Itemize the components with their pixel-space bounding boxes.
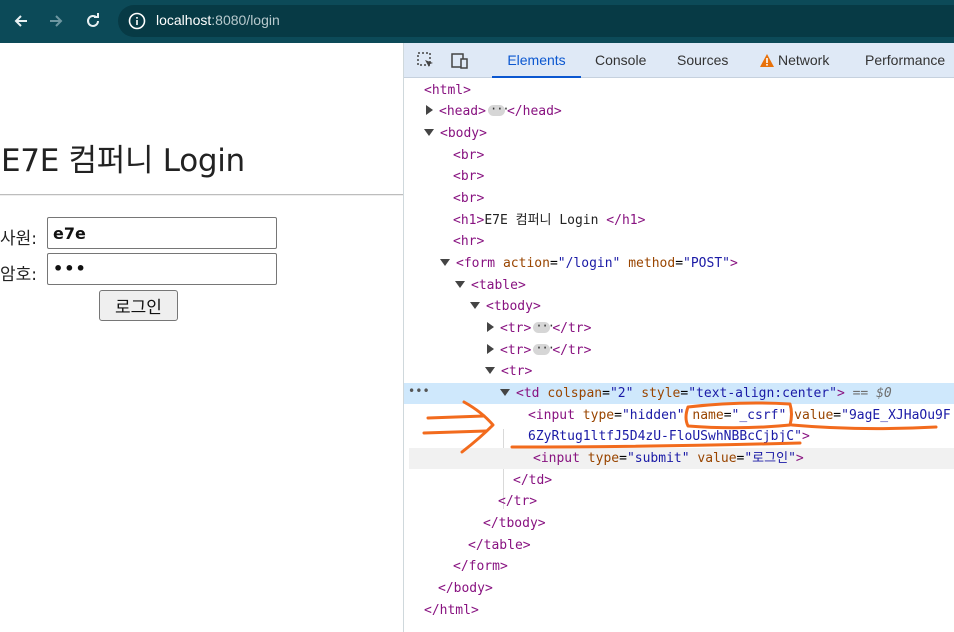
devtools-panel: Elements Console Sources Network Perform… [403,43,954,632]
device-toolbar-icon[interactable] [450,51,470,71]
ellipsis-icon[interactable] [533,316,554,337]
tree-tr-expanded[interactable]: <tr> [404,361,954,382]
dom-tree: <html> <head></head> <body> <br> <br> <b… [404,79,954,632]
tree-tr-collapsed[interactable]: <tr></tr> [404,316,954,339]
employee-input[interactable] [47,217,277,249]
tree-tr-close[interactable]: </tr> [404,491,954,512]
expand-down-icon[interactable] [485,367,495,374]
tree-html-open[interactable]: <html> [404,80,954,101]
ellipsis-icon[interactable] [487,99,509,120]
tree-body-close[interactable]: </body> [404,578,954,599]
expand-down-icon[interactable] [424,129,434,136]
tree-td-close[interactable]: </td> [404,470,954,491]
tree-body[interactable]: <body> [404,123,954,144]
expand-down-icon[interactable] [440,259,450,266]
forward-button[interactable] [43,8,69,34]
employee-label: 사원: [0,229,38,249]
reload-button[interactable] [80,8,106,34]
password-label: 암호: [0,265,38,285]
expand-down-icon[interactable] [455,281,465,288]
tree-input-submit[interactable]: <input type="submit" value="로그인"> [409,448,954,469]
reload-icon [87,13,99,27]
address-bar[interactable]: localhost:8080/login [118,5,954,37]
arrow-right-icon [50,15,63,27]
collapse-right-icon[interactable] [487,344,494,354]
url-host: localhost [156,12,212,28]
tree-br[interactable]: <br> [404,188,954,209]
tree-hr[interactable]: <hr> [404,231,954,252]
ellipsis-icon[interactable] [533,338,554,359]
url-path: :8080/login [211,12,280,28]
tree-table-close[interactable]: </table> [404,535,954,556]
divider [0,194,403,196]
tree-td-selected[interactable]: ••• <td colspan="2" style="text-align:ce… [404,383,954,404]
address-url[interactable]: localhost:8080/login [156,12,280,28]
warning-icon [760,54,774,67]
expand-down-icon[interactable] [470,302,480,309]
tab-console[interactable]: Console [595,43,646,78]
tree-br[interactable]: <br> [404,166,954,187]
tree-tbody-close[interactable]: </tbody> [404,513,954,534]
login-button[interactable]: 로그인 [99,290,178,321]
tree-form-close[interactable]: </form> [404,556,954,577]
row-options-icon[interactable]: ••• [408,381,430,402]
tree-head[interactable]: <head></head> [404,99,954,122]
tab-performance[interactable]: Performance [865,43,945,78]
browser-toolbar: localhost:8080/login [0,0,954,43]
tree-input-hidden-cont[interactable]: 6ZyRtug1ltfJ5D4zU-FloUSwhNBBcCjbjC"> [404,426,954,447]
page-viewport: E7E 컴퍼니 Login 사원: 암호: ••• 로그인 [0,43,403,632]
collapse-right-icon[interactable] [487,322,494,332]
tree-table[interactable]: <table> [404,275,954,296]
tree-input-hidden[interactable]: <input type="hidden" name="_csrf" value=… [404,405,954,426]
collapse-right-icon[interactable] [426,105,433,115]
site-info-icon[interactable] [128,12,146,34]
tab-elements[interactable]: Elements [492,43,581,78]
page-title: E7E 컴퍼니 Login [1,143,245,179]
arrow-left-icon [14,15,27,27]
tab-sources[interactable]: Sources [677,43,728,78]
tree-html-close[interactable]: </html> [404,600,954,621]
selected-marker: == $0 [852,386,892,401]
tree-br[interactable]: <br> [404,145,954,166]
password-input[interactable]: ••• [47,253,277,285]
inspect-element-icon[interactable] [416,51,436,71]
tab-network[interactable]: Network [778,43,829,78]
tree-form[interactable]: <form action="/login" method="POST"> [404,253,954,274]
back-button[interactable] [8,8,34,34]
tree-h1[interactable]: <h1>E7E 컴퍼니 Login </h1> [404,210,954,231]
tree-tbody[interactable]: <tbody> [404,296,954,317]
expand-down-icon[interactable] [500,389,510,396]
tree-tr-collapsed[interactable]: <tr></tr> [404,338,954,361]
devtools-tabbar: Elements Console Sources Network Perform… [404,43,954,78]
